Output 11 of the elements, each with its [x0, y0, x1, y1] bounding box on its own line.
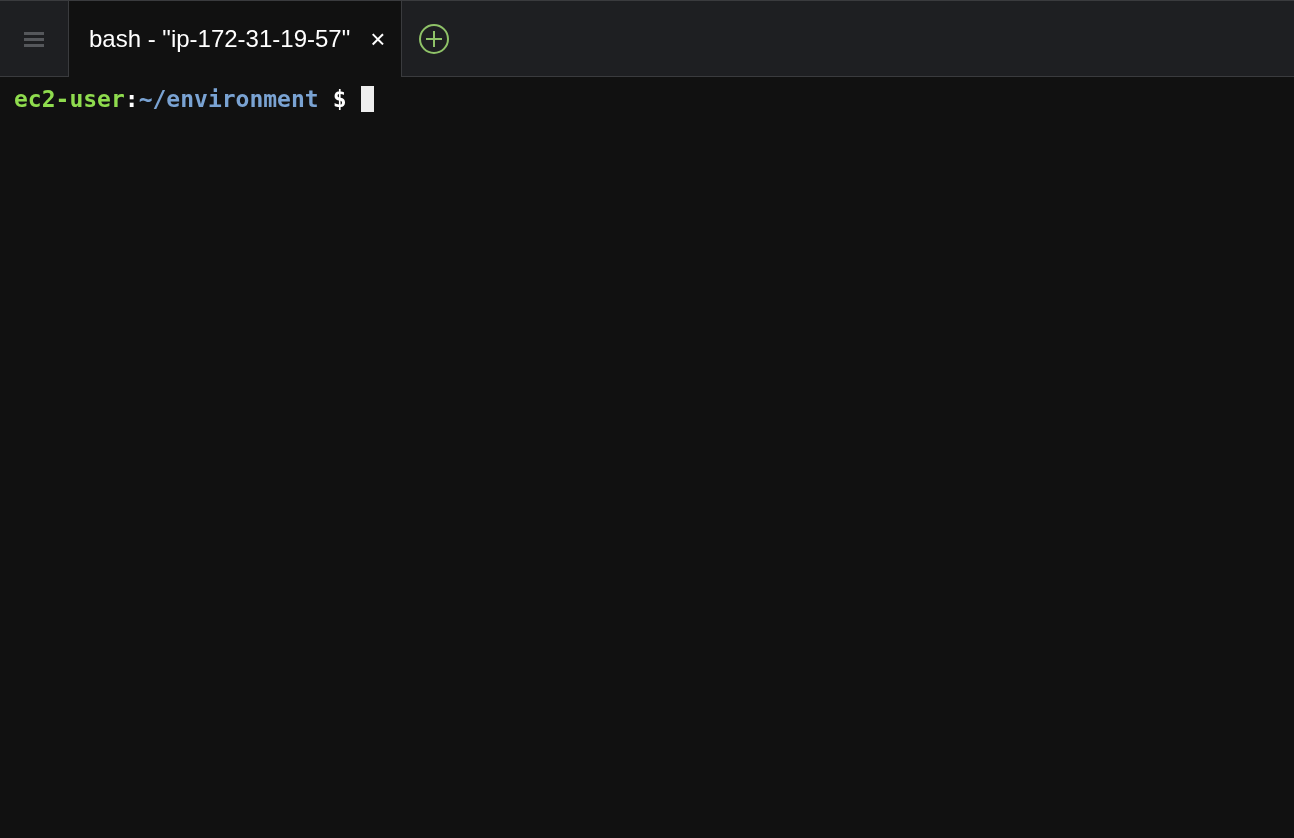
prompt-symbol: $: [332, 85, 347, 114]
plus-circle-icon: [418, 22, 451, 55]
prompt-user: ec2-user: [14, 85, 125, 114]
close-button[interactable]: ×: [370, 26, 386, 52]
prompt-separator: :: [124, 85, 139, 114]
new-tab-button[interactable]: [418, 22, 451, 55]
cursor: [360, 86, 374, 113]
menu-icon: [24, 30, 44, 47]
prompt-path: ~/environment: [138, 85, 319, 114]
tab-label: bash - "ip-172-31-19-57": [89, 24, 351, 54]
terminal-tab[interactable]: bash - "ip-172-31-19-57" ×: [69, 1, 403, 77]
